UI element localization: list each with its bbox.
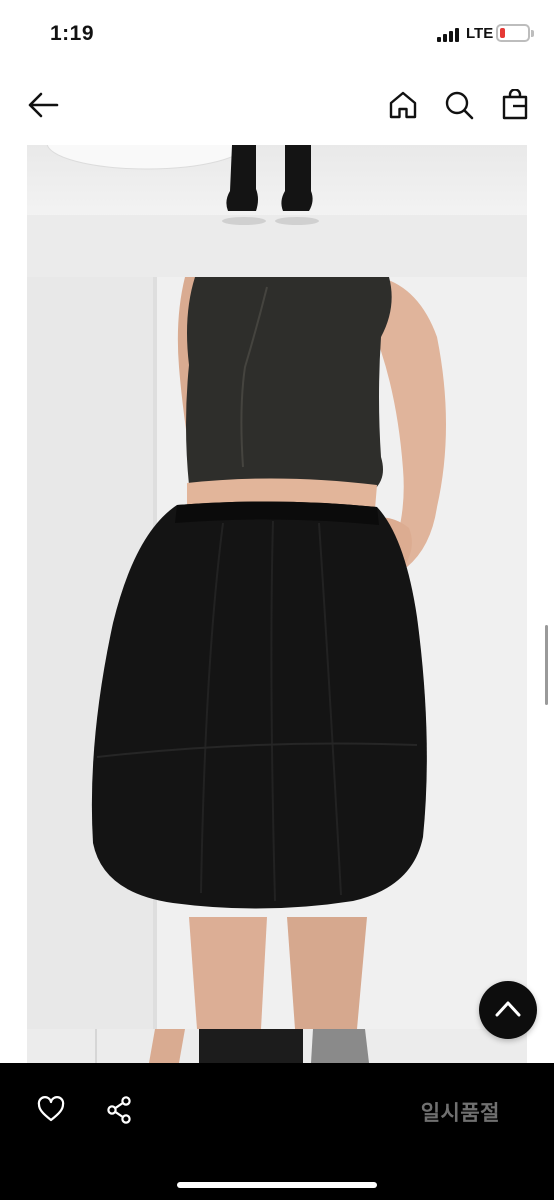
network-label: LTE <box>466 25 494 42</box>
chevron-up-icon <box>495 1001 521 1017</box>
home-indicator <box>177 1182 377 1188</box>
scroll-indicator[interactable] <box>545 625 548 705</box>
product-photo-knit-top-black-skirt <box>27 277 527 1029</box>
signal-icon <box>437 28 461 42</box>
product-photo-boots-partial <box>27 1029 527 1063</box>
top-nav <box>0 70 554 140</box>
bottom-action-bar: 일시품절 <box>0 1063 554 1200</box>
share-icon[interactable] <box>106 1096 134 1124</box>
scroll-to-top-button[interactable] <box>479 981 537 1039</box>
battery-cap <box>531 30 534 37</box>
search-icon[interactable] <box>444 90 474 120</box>
product-photo-boots <box>27 145 527 277</box>
shopping-bag-icon[interactable] <box>501 89 529 121</box>
status-time: 1:19 <box>50 22 95 45</box>
battery-icon <box>496 24 530 42</box>
heart-icon[interactable] <box>37 1096 65 1122</box>
status-bar: 1:19 LTE <box>0 0 554 70</box>
back-arrow-icon[interactable] <box>26 90 60 120</box>
home-icon[interactable] <box>388 90 418 120</box>
status-label: 일시품절 <box>420 1101 500 1125</box>
